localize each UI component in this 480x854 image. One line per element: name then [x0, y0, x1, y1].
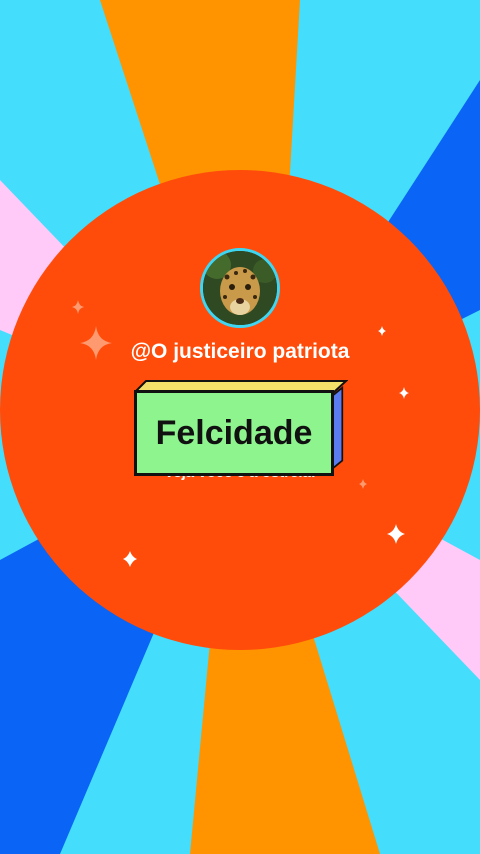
avatar[interactable] — [200, 248, 280, 328]
username: @O justiceiro patriota — [130, 340, 350, 363]
sticker-label: Felcidade — [134, 390, 334, 476]
jaguar-avatar-icon — [203, 251, 277, 325]
felicidade-sticker[interactable]: Felcidade — [134, 380, 348, 476]
